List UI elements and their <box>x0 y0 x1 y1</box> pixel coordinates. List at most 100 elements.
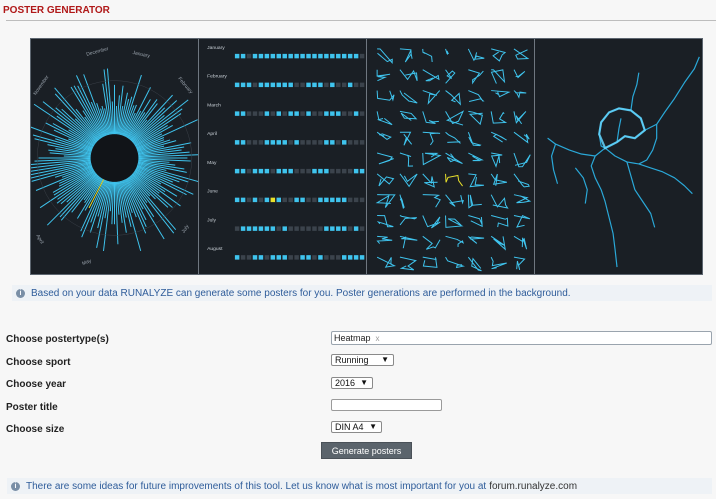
calendar-day-cell <box>264 197 270 203</box>
calendar-day-cell <box>336 255 341 260</box>
poster-title-input[interactable] <box>331 399 442 411</box>
divider <box>6 20 716 21</box>
calendar-day-cell <box>324 82 329 88</box>
year-select[interactable]: 2016 ▼ <box>331 377 373 389</box>
route-trace <box>513 90 527 99</box>
route-trace <box>422 173 438 188</box>
calendar-day-cell <box>353 111 359 116</box>
route-trace <box>376 215 394 228</box>
calendar-day-cell <box>353 82 359 88</box>
route-trace <box>399 256 417 271</box>
calendar-day-cell <box>294 255 299 260</box>
route-trace <box>445 173 463 187</box>
calendar-day-cell <box>330 82 335 88</box>
calendar-day-cell <box>300 140 305 145</box>
calendar-day-cell <box>336 226 341 231</box>
calendar-day-cell <box>306 255 311 260</box>
calendar-day-cell <box>300 255 305 260</box>
route-trace <box>513 69 526 79</box>
postertype-multiselect[interactable]: Heatmap x <box>331 331 712 345</box>
sport-select[interactable]: Running ▼ <box>331 354 394 366</box>
route-trace <box>399 215 417 226</box>
calendar-day-cell <box>318 197 323 203</box>
calendar-day-cell <box>282 140 287 145</box>
calendar-day-cell <box>240 226 246 231</box>
route-trace <box>467 132 482 147</box>
calendar-day-cell <box>294 53 299 59</box>
route-trace <box>490 173 507 186</box>
generate-posters-button[interactable]: Generate posters <box>321 442 412 459</box>
calendar-day-cell <box>347 226 353 231</box>
forum-link[interactable]: forum.runalyze.com <box>489 481 577 492</box>
calendar-day-cell <box>234 226 240 231</box>
route-trace <box>513 111 527 125</box>
route-trace <box>399 90 418 104</box>
route-trace <box>422 215 441 229</box>
month-label-january: January <box>132 50 151 60</box>
calendar-day-cell <box>341 111 347 116</box>
calendar-month-label: January <box>207 45 225 51</box>
calendar-day-cell <box>234 82 240 88</box>
remove-tag-icon[interactable]: x <box>376 334 380 343</box>
calendar-day-cell <box>246 53 252 59</box>
route-trace <box>468 235 485 244</box>
route-trace <box>491 90 511 98</box>
route-trace <box>399 173 418 188</box>
route-trace <box>490 69 506 84</box>
size-select[interactable]: DIN A4 ▼ <box>331 421 382 433</box>
calendar-day-cell <box>312 111 317 116</box>
calendar-day-cell <box>300 197 305 203</box>
calendar-day-cell <box>318 255 323 260</box>
calendar-day-cell <box>341 140 347 145</box>
month-label-may: May <box>81 258 92 267</box>
calendar-day-cell <box>330 53 335 59</box>
route-trace <box>468 152 484 162</box>
calendar-day-cell <box>270 111 276 116</box>
route-trace <box>490 256 507 270</box>
calendar-day-cell <box>300 168 305 174</box>
calendar-day-cell <box>306 111 311 116</box>
poster-preview: December January February November April… <box>30 38 703 275</box>
calendar-day-cell <box>294 168 299 174</box>
calendar-day-cell <box>294 226 299 231</box>
size-label: Choose size <box>6 423 65 435</box>
route-trace <box>376 131 392 140</box>
month-label-july: July <box>181 223 191 234</box>
calendar-day-cell <box>252 53 258 59</box>
calendar-day-cell <box>258 226 264 231</box>
calendar-day-cell <box>240 168 246 174</box>
postertype-tag-label: Heatmap <box>334 333 371 343</box>
route-trace <box>399 235 418 249</box>
calendar-day-cell <box>300 111 305 116</box>
page-title: POSTER GENERATOR <box>3 5 110 16</box>
poster-grid <box>367 39 535 274</box>
calendar-day-cell <box>282 197 287 203</box>
calendar-day-cell <box>240 197 246 203</box>
calendar-day-cell <box>324 197 329 203</box>
calendar-day-cell <box>306 140 311 145</box>
year-select-value: 2016 <box>335 378 356 388</box>
calendar-day-cell <box>330 140 335 145</box>
route-trace <box>377 48 393 64</box>
route-trace <box>513 48 530 60</box>
calendar-day-cell <box>324 226 329 231</box>
calendar-day-cell <box>276 140 282 145</box>
calendar-day-cell <box>252 226 258 231</box>
route-trace <box>513 235 528 250</box>
calendar-day-cell <box>234 111 240 116</box>
calendar-day-cell <box>264 111 270 116</box>
route-trace <box>468 173 484 188</box>
calendar-day-cell <box>294 140 299 145</box>
route-trace <box>422 69 440 82</box>
calendar-day-cell <box>276 255 282 260</box>
calendar-day-cell <box>341 168 347 174</box>
calendar-month-label: May <box>207 160 217 166</box>
calendar-day-cell <box>276 53 282 59</box>
calendar-day-cell <box>359 111 365 116</box>
info-notice: i Based on your data RUNALYZE can genera… <box>12 285 712 301</box>
calendar-day-cell <box>264 82 270 88</box>
calendar-day-cell <box>359 255 365 260</box>
calendar-day-cell <box>240 82 246 88</box>
route-trace <box>513 173 530 188</box>
route-trace <box>513 152 531 168</box>
